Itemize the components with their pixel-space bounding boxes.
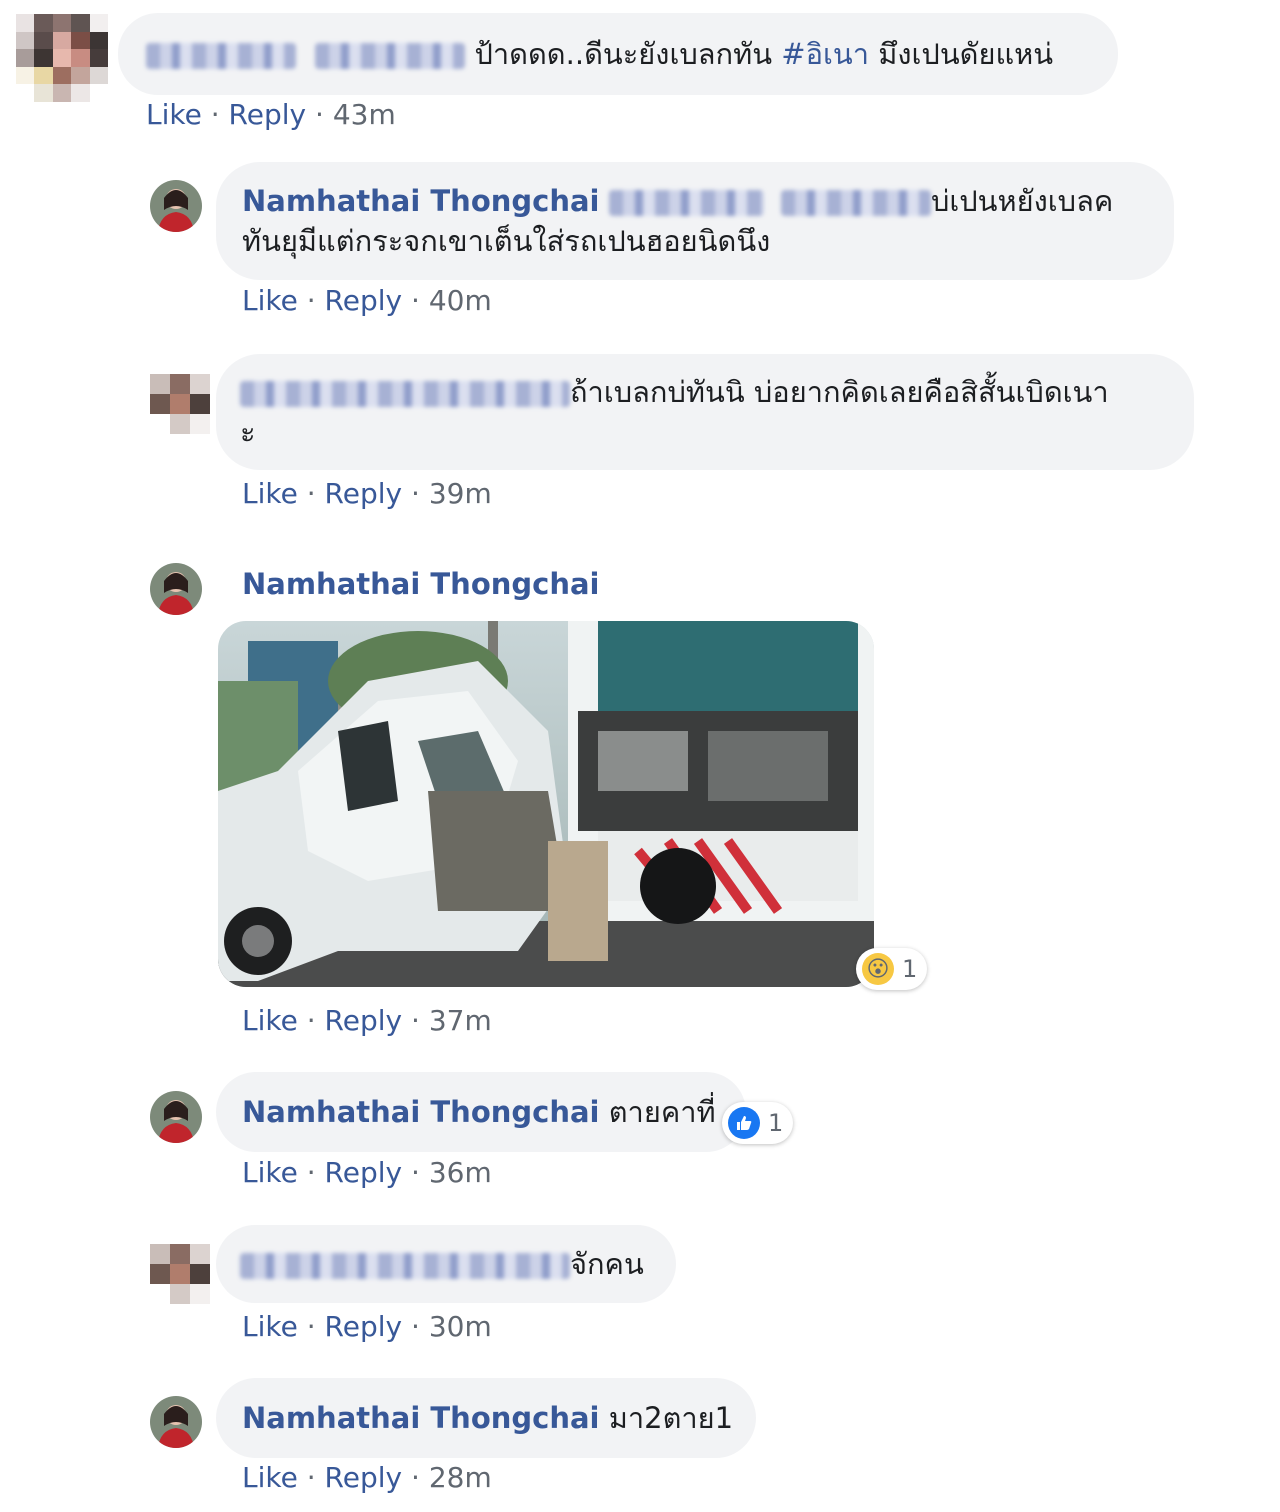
reply-text-line1: บ่เปนหยังเบลค (930, 184, 1114, 218)
reply-text-line2: ทันยุมีแต่กระจกเขาเต็นใส่รถเปนฮอยนิดนึง (242, 224, 771, 258)
like-link[interactable]: Like (242, 1156, 298, 1189)
comment-text: ป้าดดด..ดีนะยังเบลกทัน (474, 37, 782, 71)
like-reaction-icon (728, 1107, 760, 1139)
reply-actions: Like · Reply · 28m (242, 1461, 492, 1494)
separator-dot: · (210, 98, 229, 131)
comment-text-tail: มึงเปนดัยแหน่ (869, 37, 1054, 71)
reply-bubble: จักคน (216, 1225, 676, 1303)
author-name[interactable]: Namhathai Thongchai (242, 184, 600, 218)
reply-link[interactable]: Reply (325, 1310, 403, 1343)
reply-link[interactable]: Reply (325, 1004, 403, 1037)
separator-dot: · (306, 477, 325, 510)
reply-avatar-pixelated[interactable] (150, 374, 210, 434)
reply-avatar[interactable] (150, 1091, 202, 1143)
reaction-badge[interactable]: 1 (722, 1102, 794, 1144)
separator-dot: · (411, 477, 429, 510)
reply-actions: Like · Reply · 40m (242, 284, 492, 317)
timestamp[interactable]: 36m (429, 1156, 492, 1189)
separator-dot: · (411, 1156, 429, 1189)
like-link[interactable]: Like (242, 1310, 298, 1343)
separator-dot: · (411, 284, 429, 317)
reply-link[interactable]: Reply (325, 477, 403, 510)
reply-text-line1: ถ้าเบลกบ่ทันนิ บ่อยากคิดเลยคือสิสั้นเบิด… (570, 375, 1109, 409)
timestamp[interactable]: 40m (429, 284, 492, 317)
blurred-author-surname[interactable] (315, 43, 466, 69)
commenter-avatar-pixelated[interactable] (16, 14, 108, 102)
reply-bubble: Namhathai Thongchai มา2ตาย1 (216, 1378, 756, 1458)
reply-text-line2: ะ (240, 415, 256, 449)
blurred-author-name[interactable] (146, 43, 296, 69)
reaction-badge[interactable]: 😮 1 (856, 948, 928, 990)
hashtag-link[interactable]: #อิเนา (781, 37, 869, 71)
timestamp[interactable]: 28m (429, 1461, 492, 1494)
reply-text: จักคน (570, 1247, 644, 1281)
timestamp[interactable]: 30m (429, 1310, 492, 1343)
reply-link[interactable]: Reply (325, 1156, 403, 1189)
timestamp[interactable]: 37m (429, 1004, 492, 1037)
reaction-count: 1 (902, 955, 918, 983)
separator-dot: · (411, 1004, 429, 1037)
reply-bubble: Namhathai Thongchai บ่เปนหยังเบลค ทันยุม… (216, 162, 1174, 280)
reply-avatar[interactable] (150, 180, 202, 232)
reply-avatar[interactable] (150, 563, 202, 615)
author-name[interactable]: Namhathai Thongchai (242, 1401, 600, 1435)
reply-avatar-pixelated[interactable] (150, 1244, 210, 1304)
reply-text: มา2ตาย1 (599, 1401, 734, 1435)
reply-text: ตายคาที่ (599, 1095, 716, 1129)
separator-dot: · (411, 1310, 429, 1343)
author-name[interactable]: Namhathai Thongchai (242, 564, 600, 604)
reply-link[interactable]: Reply (325, 284, 403, 317)
reply-link[interactable]: Reply (325, 1461, 403, 1494)
reply-actions: Like · Reply · 37m (242, 1004, 492, 1037)
blurred-author-name[interactable] (240, 381, 570, 407)
reply-actions: Like · Reply · 30m (242, 1310, 492, 1343)
crash-photo[interactable] (218, 621, 874, 987)
like-link[interactable]: Like (242, 1004, 298, 1037)
comment-actions: Like · Reply · 43m (146, 98, 396, 131)
reply-actions: Like · Reply · 39m (242, 477, 492, 510)
separator-dot: · (315, 98, 333, 131)
separator-dot: · (306, 1310, 325, 1343)
reply-link[interactable]: Reply (229, 98, 307, 131)
reaction-count: 1 (768, 1109, 784, 1137)
reply-bubble: Namhathai Thongchai ตายคาที่ (216, 1072, 746, 1152)
blurred-author-name[interactable] (240, 1253, 570, 1279)
separator-dot: · (306, 1004, 325, 1037)
separator-dot: · (306, 1461, 325, 1494)
reply-actions: Like · Reply · 36m (242, 1156, 492, 1189)
reply-bubble: ถ้าเบลกบ่ทันนิ บ่อยากคิดเลยคือสิสั้นเบิด… (216, 354, 1194, 470)
separator-dot: · (411, 1461, 429, 1494)
timestamp[interactable]: 43m (333, 98, 396, 131)
blurred-mention[interactable] (780, 190, 931, 216)
like-link[interactable]: Like (242, 477, 298, 510)
timestamp[interactable]: 39m (429, 477, 492, 510)
like-link[interactable]: Like (242, 1461, 298, 1494)
separator-dot: · (306, 1156, 325, 1189)
separator-dot: · (306, 284, 325, 317)
blurred-mention[interactable] (608, 190, 764, 216)
like-link[interactable]: Like (242, 284, 298, 317)
wow-icon: 😮 (862, 953, 894, 985)
reply-avatar[interactable] (150, 1396, 202, 1448)
like-link[interactable]: Like (146, 98, 202, 131)
author-name[interactable]: Namhathai Thongchai (242, 1095, 600, 1129)
comment-bubble: ป้าดดด..ดีนะยังเบลกทัน #อิเนา มึงเปนดัยแ… (118, 13, 1118, 95)
